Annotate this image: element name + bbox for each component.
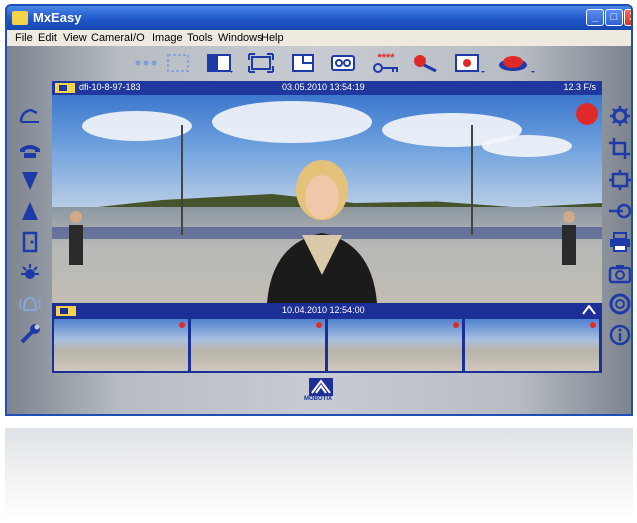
title-bar: MxEasy _ □ X bbox=[7, 6, 631, 30]
recording-indicator bbox=[576, 103, 598, 125]
crop-icon[interactable] bbox=[607, 136, 631, 160]
close-button[interactable]: X bbox=[624, 9, 631, 26]
resize-window-button[interactable] bbox=[289, 53, 317, 73]
dots-icon bbox=[133, 53, 163, 73]
alarm-bell-button[interactable] bbox=[495, 53, 539, 73]
info-icon[interactable] bbox=[607, 323, 631, 347]
bell-icon bbox=[17, 292, 43, 316]
frame-rate: 12.3 F/s bbox=[563, 82, 596, 92]
wrench-tool-button[interactable] bbox=[411, 53, 441, 73]
gear-icon[interactable] bbox=[607, 104, 631, 128]
menu-file[interactable]: File bbox=[15, 32, 33, 44]
record-button[interactable] bbox=[453, 53, 487, 73]
window-title: MxEasy bbox=[33, 10, 82, 25]
phone-hangup-button[interactable] bbox=[17, 138, 43, 162]
password-stars: **** bbox=[377, 51, 395, 64]
menu-view[interactable]: View bbox=[63, 32, 87, 44]
mobotix-logo-icon bbox=[309, 378, 333, 396]
mobotix-mark-icon[interactable] bbox=[582, 305, 596, 315]
live-info-bar: dfi-10-8-97-183 03.05.2010 13:54:19 12.3… bbox=[52, 81, 602, 95]
main-area: **** dfi-10-8-97-183 03.05.2010 13:54:19… bbox=[7, 46, 631, 414]
volume-up-button[interactable] bbox=[17, 199, 43, 223]
camera-name: dfi-10-8-97-183 bbox=[79, 82, 141, 92]
application-window: MxEasy _ □ X File Edit View Camera I/O I… bbox=[5, 4, 633, 416]
camera-icon[interactable] bbox=[607, 261, 631, 285]
event-thumbnail[interactable] bbox=[328, 319, 462, 371]
signal-input-icon[interactable] bbox=[607, 199, 631, 223]
maximize-button[interactable]: □ bbox=[605, 9, 623, 26]
event-thumbnail[interactable] bbox=[465, 319, 599, 371]
door-icon[interactable] bbox=[17, 230, 43, 254]
menu-camera[interactable]: Camera bbox=[91, 32, 130, 44]
split-view-button[interactable] bbox=[205, 53, 235, 73]
menu-tools[interactable]: Tools bbox=[187, 32, 213, 44]
window-reflection bbox=[5, 428, 633, 520]
volume-down-button[interactable] bbox=[17, 169, 43, 193]
app-logo-icon bbox=[12, 11, 28, 25]
menu-image[interactable]: Image bbox=[152, 32, 183, 44]
layout-grid-icon[interactable] bbox=[165, 53, 191, 73]
help-lifebuoy-icon[interactable] bbox=[607, 292, 631, 316]
menu-windows[interactable]: Windows bbox=[218, 32, 263, 44]
menu-io[interactable]: I/O bbox=[130, 32, 145, 44]
video-camera-icon bbox=[55, 83, 75, 93]
live-video-view[interactable]: dfi-10-8-97-183 03.05.2010 13:54:19 12.3… bbox=[52, 81, 602, 303]
menu-bar: File Edit View Camera I/O Image Tools Wi… bbox=[7, 30, 631, 46]
event-thumbnail-strip: 10.04.2010 12:54:00 bbox=[52, 303, 602, 373]
menu-help[interactable]: Help bbox=[261, 32, 284, 44]
menu-edit[interactable]: Edit bbox=[38, 32, 57, 44]
cassette-icon[interactable] bbox=[329, 53, 357, 73]
live-timestamp: 03.05.2010 13:54:19 bbox=[282, 82, 365, 92]
password-button[interactable]: **** bbox=[369, 51, 403, 73]
printer-icon[interactable] bbox=[607, 230, 631, 254]
brand-logo-text: MOBOTIX bbox=[304, 396, 332, 402]
scene-figures bbox=[52, 125, 602, 303]
light-icon[interactable] bbox=[17, 261, 43, 285]
phone-call-button[interactable] bbox=[17, 104, 43, 128]
event-camera-icon bbox=[56, 306, 76, 316]
event-timestamp: 10.04.2010 12:54:00 bbox=[282, 305, 365, 315]
event-thumbnail[interactable] bbox=[54, 319, 188, 371]
move-view-icon[interactable] bbox=[607, 168, 631, 192]
settings-wrench-icon[interactable] bbox=[17, 322, 43, 346]
fullscreen-button[interactable] bbox=[247, 53, 275, 73]
key-icon bbox=[373, 62, 398, 73]
event-thumbnail[interactable] bbox=[191, 319, 325, 371]
minimize-button[interactable]: _ bbox=[586, 9, 604, 26]
